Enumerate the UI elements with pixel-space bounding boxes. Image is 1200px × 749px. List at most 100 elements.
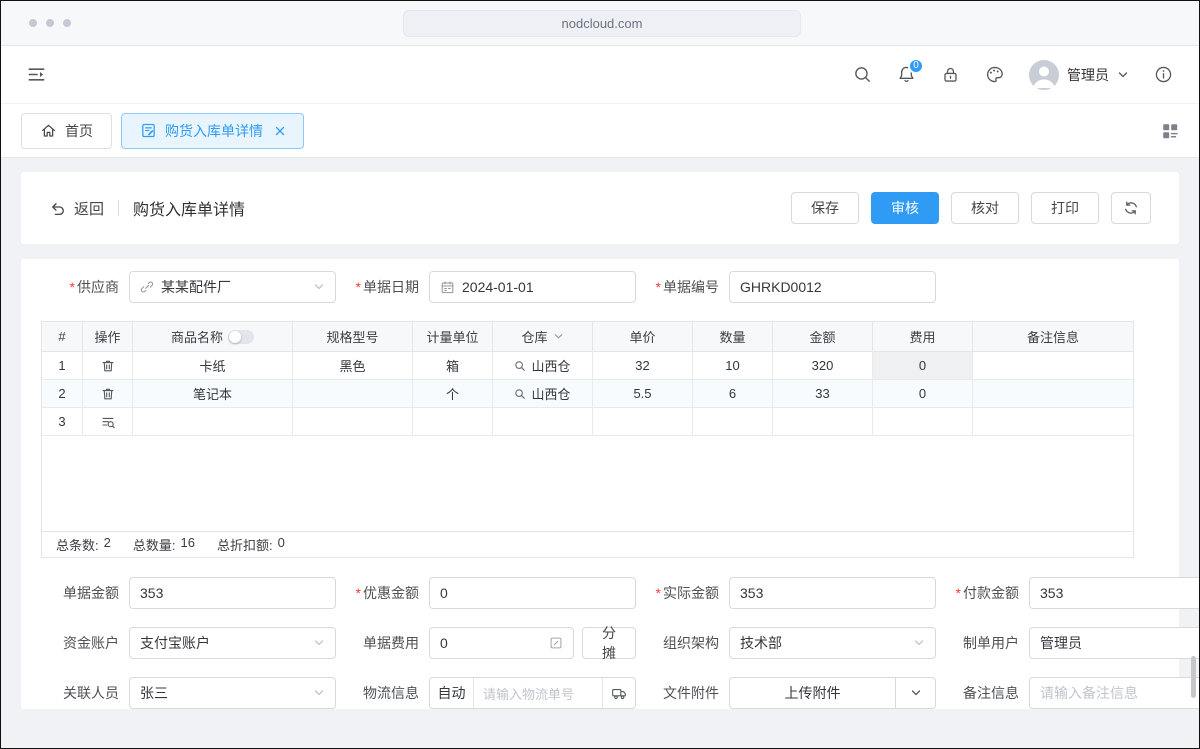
number-input[interactable]: GHRKD0012: [729, 271, 936, 303]
cell-qty[interactable]: 10: [693, 352, 773, 379]
bottom-form-row-2: 资金账户 支付宝账户 单据费用 0: [21, 627, 1179, 659]
logistics-label: 物流信息: [341, 683, 419, 703]
address-bar[interactable]: nodcloud.com: [403, 10, 801, 37]
cell-name[interactable]: 卡纸: [133, 352, 293, 379]
required-star: *: [70, 279, 75, 295]
info-icon[interactable]: [1154, 65, 1173, 84]
doc-amount-input[interactable]: 353: [129, 577, 336, 609]
cell-fee[interactable]: [873, 408, 973, 435]
window-control-dots[interactable]: [29, 19, 71, 27]
cell-spec[interactable]: [293, 380, 413, 407]
creator-input[interactable]: 管理员: [1029, 627, 1200, 659]
org-select[interactable]: 技术部: [729, 627, 936, 659]
cell-warehouse[interactable]: [493, 408, 593, 435]
name-toggle-switch[interactable]: [228, 330, 254, 344]
cell-amount[interactable]: 320: [773, 352, 873, 379]
cell-qty[interactable]: 6: [693, 380, 773, 407]
col-note: 备注信息: [973, 322, 1133, 351]
bottom-form-row-1: 单据金额 353 *优惠金额 0 *实际金额 353 *付款金额 353: [21, 577, 1179, 609]
doc-fee-input[interactable]: 0: [429, 627, 574, 659]
document-form-icon: [140, 122, 157, 139]
avatar[interactable]: [1029, 60, 1059, 90]
required-star: *: [956, 585, 961, 601]
note-input[interactable]: 请输入备注信息: [1029, 677, 1200, 709]
chevron-down-icon: [913, 637, 925, 649]
supplier-select[interactable]: 某某配件厂: [129, 271, 336, 303]
discount-input[interactable]: 0: [429, 577, 636, 609]
search-icon[interactable]: [853, 65, 872, 84]
chevron-down-icon: [313, 637, 325, 649]
cell-unit[interactable]: 个: [413, 380, 493, 407]
field-creator: 制单用户 管理员: [941, 627, 1200, 659]
col-warehouse[interactable]: 仓库: [493, 322, 593, 351]
menu-fold-icon[interactable]: [27, 65, 46, 84]
user-menu[interactable]: 管理员: [1029, 60, 1129, 90]
cell-note[interactable]: [973, 380, 1133, 407]
edit-icon[interactable]: [549, 636, 563, 650]
creator-label: 制单用户: [941, 633, 1019, 653]
doc-fee-label: 单据费用: [341, 633, 419, 653]
notification-bell-icon[interactable]: 0: [897, 65, 916, 84]
cell-note[interactable]: [973, 352, 1133, 379]
cell-unit[interactable]: [413, 408, 493, 435]
window-dot[interactable]: [29, 19, 37, 27]
window-dot[interactable]: [63, 19, 71, 27]
scrollbar-thumb[interactable]: [1191, 656, 1196, 698]
cell-name[interactable]: 笔记本: [133, 380, 293, 407]
share-fee-button[interactable]: 分摊: [582, 627, 636, 659]
cell-fee-selected[interactable]: 0: [873, 352, 973, 379]
cell-warehouse[interactable]: 山西仓: [493, 380, 593, 407]
field-supplier: *供应商 某某配件厂: [41, 271, 341, 303]
upload-attachment-button[interactable]: 上传附件: [729, 677, 896, 709]
actual-amount-input[interactable]: 353: [729, 577, 936, 609]
refresh-button[interactable]: [1111, 192, 1151, 224]
chevron-down-icon: [313, 687, 325, 699]
lock-icon[interactable]: [941, 65, 960, 84]
account-select[interactable]: 支付宝账户: [129, 627, 336, 659]
cell-warehouse[interactable]: 山西仓: [493, 352, 593, 379]
tab-layout-icon[interactable]: [1161, 122, 1179, 140]
audit-button[interactable]: 审核: [871, 192, 939, 224]
date-input[interactable]: 2024-01-01: [429, 271, 636, 303]
cell-qty[interactable]: [693, 408, 773, 435]
verify-button[interactable]: 核对: [951, 192, 1019, 224]
payment-amount-input[interactable]: 353: [1029, 577, 1200, 609]
logistics-auto-button[interactable]: 自动: [430, 678, 474, 708]
person-select[interactable]: 张三: [129, 677, 336, 709]
cell-amount[interactable]: [773, 408, 873, 435]
logistics-input[interactable]: 请输入物流单号: [474, 678, 602, 708]
tab-home[interactable]: 首页: [21, 113, 112, 149]
app-window: nodcloud.com 0 管理员: [0, 0, 1200, 749]
palette-icon[interactable]: [985, 65, 1004, 84]
cell-unit[interactable]: 箱: [413, 352, 493, 379]
org-label: 组织架构: [641, 633, 719, 653]
notification-badge: 0: [908, 58, 924, 74]
cell-price[interactable]: 5.5: [593, 380, 693, 407]
person-label: 关联人员: [41, 683, 119, 703]
cell-note[interactable]: [973, 408, 1133, 435]
back-button[interactable]: 返回: [49, 198, 104, 219]
summary-count: 总条数:2: [56, 535, 111, 554]
attachment-dropdown-button[interactable]: [896, 677, 936, 709]
cell-spec[interactable]: [293, 408, 413, 435]
search-list-icon[interactable]: [101, 415, 115, 429]
delete-row-icon[interactable]: [101, 387, 115, 401]
cell-fee[interactable]: 0: [873, 380, 973, 407]
delete-row-icon[interactable]: [101, 359, 115, 373]
truck-icon[interactable]: [602, 678, 635, 708]
print-button[interactable]: 打印: [1031, 192, 1099, 224]
date-label: *单据日期: [341, 277, 419, 297]
close-icon[interactable]: [275, 126, 285, 136]
cell-name[interactable]: [133, 408, 293, 435]
tab-detail[interactable]: 购货入库单详情: [121, 113, 304, 149]
cell-price[interactable]: [593, 408, 693, 435]
cell-action: [83, 380, 133, 407]
cell-amount[interactable]: 33: [773, 380, 873, 407]
supplier-value: 某某配件厂: [161, 277, 313, 297]
items-table: # 操作 商品名称 规格型号 计量单位 仓库 单价 数量 金额 费用: [41, 321, 1134, 558]
save-button[interactable]: 保存: [791, 192, 859, 224]
window-dot[interactable]: [46, 19, 54, 27]
cell-spec[interactable]: 黑色: [293, 352, 413, 379]
cell-price[interactable]: 32: [593, 352, 693, 379]
field-doc-fee: 单据费用 0 分摊: [341, 627, 641, 659]
